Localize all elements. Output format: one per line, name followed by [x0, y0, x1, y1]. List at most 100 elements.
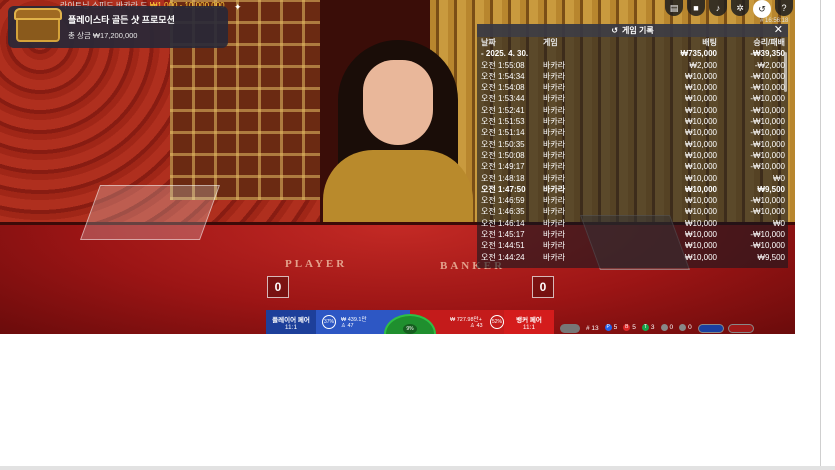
history-cell-result: -₩10,000 [750, 241, 785, 251]
history-cell-game: 바카라 [543, 207, 566, 217]
history-row[interactable]: 오전 1:50:35 바카라 ₩10,000 -₩10,000 [477, 139, 788, 150]
player-pair-bet[interactable]: 플레이어 페어 11:1 [266, 310, 316, 334]
history-cell-time: 오전 1:55:08 [481, 60, 525, 70]
history-cell-bet: ₩10,000 [684, 173, 717, 183]
banker-wins: 5 [632, 324, 636, 332]
history-cell-bet: ₩10,000 [684, 94, 717, 104]
history-row[interactable]: 오전 1:49:17 바카라 ₩10,000 -₩10,000 [477, 161, 788, 172]
player-road-pill[interactable] [697, 323, 724, 333]
history-row[interactable]: 오전 1:45:17 바카라 ₩10,000 -₩10,000 [477, 229, 788, 240]
history-cell-bet: ₩10,000 [684, 241, 717, 251]
promotion-card[interactable]: 플레이스타 골든 샷 프로모션 총 상금 ₩17,200,000 [8, 6, 228, 48]
banker-total-amount: ₩ 727.98만+ [450, 317, 482, 323]
history-cell-time: 오전 1:54:08 [481, 83, 525, 93]
history-icon[interactable]: ↺ [753, 0, 771, 18]
history-cell-bet: ₩10,000 [684, 218, 717, 228]
video-icon[interactable]: ■ [687, 0, 705, 16]
banker-dot-icon: B [623, 324, 631, 332]
history-cell-result: -₩10,000 [750, 83, 785, 93]
history-row[interactable]: 오전 1:55:08 바카라 ₩2,000 -₩2,000 [477, 60, 788, 71]
banker-score: 0 [532, 276, 554, 298]
chat-icon[interactable]: ▤ [665, 0, 683, 16]
history-cell-result: -₩10,000 [750, 196, 785, 206]
volume-icon[interactable]: ♪ [709, 0, 727, 16]
history-cell-bet: ₩10,000 [684, 105, 717, 115]
history-cell-bet: ₩10,000 [684, 71, 717, 81]
history-row[interactable]: 오전 1:46:59 바카라 ₩10,000 -₩10,000 [477, 195, 788, 206]
history-row[interactable]: 오전 1:47:50 바카라 ₩10,000 ₩9,500 [477, 184, 788, 195]
history-date-row[interactable]: - 2025. 4. 30. ₩735,000 -₩39,350 [477, 48, 788, 59]
banker-pair-count: 0 [688, 324, 692, 332]
history-cell-result: -₩10,000 [750, 207, 785, 217]
settings-icon[interactable]: ✲ [731, 0, 749, 16]
person-icon: ♙ [341, 323, 346, 329]
history-row[interactable]: 오전 1:53:44 바카라 ₩10,000 -₩10,000 [477, 93, 788, 104]
history-row[interactable]: 오전 1:44:24 바카라 ₩10,000 ₩9,500 [477, 252, 788, 263]
history-cell-bet: ₩10,000 [684, 196, 717, 206]
bet-bar: 플레이어 페어 11:1 37% ₩ 439.1만 ♙ 47 ₩ 727.98만… [266, 310, 554, 334]
history-cell-result: -₩10,000 [750, 162, 785, 172]
player-pair-count: 0 [669, 324, 674, 332]
history-cell-game: 바카라 [543, 184, 566, 194]
history-cell-result: -₩10,000 [750, 128, 785, 138]
history-cell-bet: ₩10,000 [684, 128, 717, 138]
history-cell-bet: ₩10,000 [684, 150, 717, 160]
history-cell-time: 오전 1:50:35 [481, 139, 525, 149]
divider [0, 466, 835, 470]
history-row[interactable]: 오전 1:50:08 바카라 ₩10,000 -₩10,000 [477, 150, 788, 161]
stats-toggle[interactable] [560, 323, 580, 333]
history-cell-result: ₩0 [773, 218, 785, 228]
road-stats: # 13 P5 B5 T3 0 0 [560, 322, 754, 334]
player-dot-icon: P [604, 324, 612, 332]
history-title: 게임 기록 [622, 26, 654, 35]
history-row[interactable]: 오전 1:54:08 바카라 ₩10,000 -₩10,000 [477, 82, 788, 93]
player-score: 0 [267, 276, 289, 298]
promotion-prize: 총 상금 ₩17,200,000 [68, 31, 138, 40]
history-cell-time: 오전 1:44:51 [481, 241, 525, 251]
history-header: ↺ 게임 기록 ✕ [477, 24, 788, 37]
banker-pair-bet[interactable]: 뱅커 페어 11:1 [504, 310, 554, 334]
player-total-amount: ₩ 439.1만 [341, 317, 367, 323]
top-toolbar: ▤ ■ ♪ ✲ ↺ ? ⌂ [665, 0, 795, 18]
history-cell-time: 오전 1:50:08 [481, 150, 525, 160]
history-cell-result: -₩10,000 [750, 150, 785, 160]
history-cell-time: 오전 1:48:18 [481, 173, 525, 183]
history-column-headers: 날짜 게임 배팅 승리/패배 [481, 38, 785, 47]
history-cell-bet: ₩10,000 [684, 207, 717, 217]
history-row[interactable]: 오전 1:44:51 바카라 ₩10,000 -₩10,000 [477, 240, 788, 251]
history-cell-time: 오전 1:45:17 [481, 230, 525, 240]
history-cell-result: -₩10,000 [750, 117, 785, 127]
history-row[interactable]: 오전 1:51:53 바카라 ₩10,000 -₩10,000 [477, 116, 788, 127]
history-row[interactable]: 오전 1:51:14 바카라 ₩10,000 -₩10,000 [477, 127, 788, 138]
history-scrollbar[interactable] [784, 52, 787, 92]
history-row[interactable]: 오전 1:46:14 바카라 ₩10,000 ₩0 [477, 218, 788, 229]
history-cell-time: 오전 1:47:50 [481, 184, 526, 194]
history-cell-time: 오전 1:54:34 [481, 71, 525, 81]
banker-road-pill[interactable] [727, 323, 754, 333]
history-cell-time: 오전 1:49:17 [481, 162, 525, 172]
history-cell-game: 바카라 [543, 252, 566, 262]
history-row[interactable]: 오전 1:48:18 바카라 ₩10,000 ₩0 [477, 173, 788, 184]
history-cell-game: 바카라 [543, 139, 566, 149]
history-rows: 오전 1:55:08 바카라 ₩2,000 -₩2,000 오전 1:54:34 바카라 ₩… [477, 60, 788, 263]
history-cell-result: ₩9,500 [757, 184, 785, 194]
history-cell-result: -₩10,000 [750, 139, 785, 149]
history-cell-time: 오전 1:51:53 [481, 117, 525, 127]
history-cell-bet: ₩10,000 [684, 184, 717, 194]
player-pair-icon [660, 324, 668, 332]
close-icon[interactable]: ✕ [774, 24, 783, 37]
help-icon[interactable]: ? [775, 0, 793, 16]
history-cell-result: -₩10,000 [750, 71, 785, 81]
history-cell-bet: ₩10,000 [684, 139, 717, 149]
history-cell-time: 오전 1:53:44 [481, 94, 525, 104]
history-cell-game: 바카라 [543, 128, 566, 138]
sparkle-icon: ✦ [234, 2, 242, 12]
tie-count: 3 [650, 324, 655, 332]
history-row[interactable]: 오전 1:52:41 바카라 ₩10,000 -₩10,000 [477, 105, 788, 116]
banker-bettor-count: ♙ 43 [470, 323, 483, 329]
history-row[interactable]: 오전 1:46:35 바카라 ₩10,000 -₩10,000 [477, 206, 788, 217]
tie-percent: 9% [403, 324, 417, 334]
history-cell-game: 바카라 [543, 230, 566, 240]
banker-percent: 52% [490, 315, 504, 329]
history-row[interactable]: 오전 1:54:34 바카라 ₩10,000 -₩10,000 [477, 71, 788, 82]
